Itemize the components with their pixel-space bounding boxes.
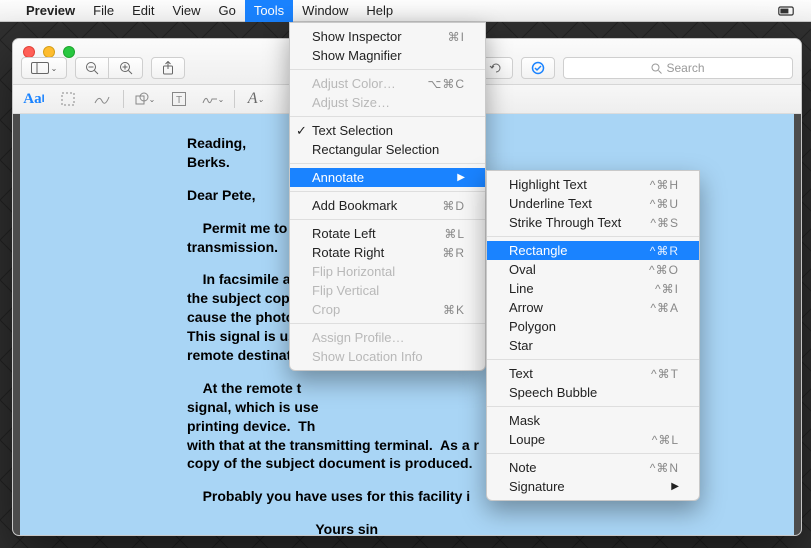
menu-item-rectangular-selection[interactable]: Rectangular Selection <box>290 140 485 159</box>
menu-item-signature[interactable]: Signature▶ <box>487 477 699 496</box>
menu-go[interactable]: Go <box>209 0 244 22</box>
control-center-icon[interactable] <box>769 0 803 22</box>
sketch-tool-button[interactable] <box>89 89 115 109</box>
selection-tool-button[interactable] <box>55 89 81 109</box>
menu-item-note[interactable]: Note^⌘N <box>487 458 699 477</box>
menu-item-rectangle[interactable]: Rectangle^⌘R <box>487 241 699 260</box>
menu-file[interactable]: File <box>84 0 123 22</box>
menu-item-highlight-text[interactable]: Highlight Text^⌘H <box>487 175 699 194</box>
menu-item-assign-profile-: Assign Profile… <box>290 328 485 347</box>
menu-item-loupe[interactable]: Loupe^⌘L <box>487 430 699 449</box>
menu-item-flip-vertical: Flip Vertical <box>290 281 485 300</box>
menu-item-add-bookmark[interactable]: Add Bookmark⌘D <box>290 196 485 215</box>
menu-item-crop: Crop⌘K <box>290 300 485 319</box>
sign-button[interactable]: ⌄ <box>200 89 226 109</box>
menu-item-annotate[interactable]: Annotate▶ <box>290 168 485 187</box>
menu-item-text[interactable]: Text^⌘T <box>487 364 699 383</box>
menu-item-strike-through-text[interactable]: Strike Through Text^⌘S <box>487 213 699 232</box>
menu-item-mask[interactable]: Mask <box>487 411 699 430</box>
menu-item-show-location-info: Show Location Info <box>290 347 485 366</box>
zoom-in-button[interactable] <box>109 57 143 79</box>
menu-item-polygon[interactable]: Polygon <box>487 317 699 336</box>
menu-item-show-magnifier[interactable]: Show Magnifier <box>290 46 485 65</box>
menu-item-speech-bubble[interactable]: Speech Bubble <box>487 383 699 402</box>
zoom-out-button[interactable] <box>75 57 109 79</box>
search-placeholder: Search <box>666 61 704 75</box>
svg-text:T: T <box>176 95 182 106</box>
menu-item-rotate-right[interactable]: Rotate Right⌘R <box>290 243 485 262</box>
apple-menu[interactable] <box>8 0 17 22</box>
annotate-submenu: Highlight Text^⌘HUnderline Text^⌘UStrike… <box>486 170 700 501</box>
font-style-button[interactable]: A⌄ <box>243 89 269 109</box>
menu-item-adjust-size-: Adjust Size… <box>290 93 485 112</box>
share-button[interactable] <box>151 57 185 79</box>
menu-item-underline-text[interactable]: Underline Text^⌘U <box>487 194 699 213</box>
menu-view[interactable]: View <box>164 0 210 22</box>
menu-item-show-inspector[interactable]: Show Inspector⌘I <box>290 27 485 46</box>
text-style-button[interactable]: AaI <box>21 89 47 109</box>
menu-tools[interactable]: Tools <box>245 0 293 22</box>
menu-item-adjust-color-: Adjust Color…⌥⌘C <box>290 74 485 93</box>
zoom-group <box>75 57 143 79</box>
menu-item-arrow[interactable]: Arrow^⌘A <box>487 298 699 317</box>
menu-item-oval[interactable]: Oval^⌘O <box>487 260 699 279</box>
shapes-button[interactable]: ⌄ <box>132 89 158 109</box>
menu-item-line[interactable]: Line^⌘I <box>487 279 699 298</box>
menu-window[interactable]: Window <box>293 0 357 22</box>
menu-item-star[interactable]: Star <box>487 336 699 355</box>
markup-button[interactable] <box>521 57 555 79</box>
search-field[interactable]: Search <box>563 57 793 79</box>
system-menubar: Preview FileEditViewGoToolsWindowHelp <box>0 0 811 22</box>
menu-item-flip-horizontal: Flip Horizontal <box>290 262 485 281</box>
menu-item-text-selection[interactable]: ✓Text Selection <box>290 121 485 140</box>
tools-menu: Show Inspector⌘IShow Magnifier Adjust Col… <box>289 22 486 371</box>
menu-edit[interactable]: Edit <box>123 0 163 22</box>
menu-help[interactable]: Help <box>357 0 402 22</box>
menu-item-rotate-left[interactable]: Rotate Left⌘L <box>290 224 485 243</box>
sidebar-toggle-button[interactable]: ⌄ <box>21 57 67 79</box>
app-menu[interactable]: Preview <box>17 0 84 22</box>
text-tool-button[interactable]: T <box>166 89 192 109</box>
